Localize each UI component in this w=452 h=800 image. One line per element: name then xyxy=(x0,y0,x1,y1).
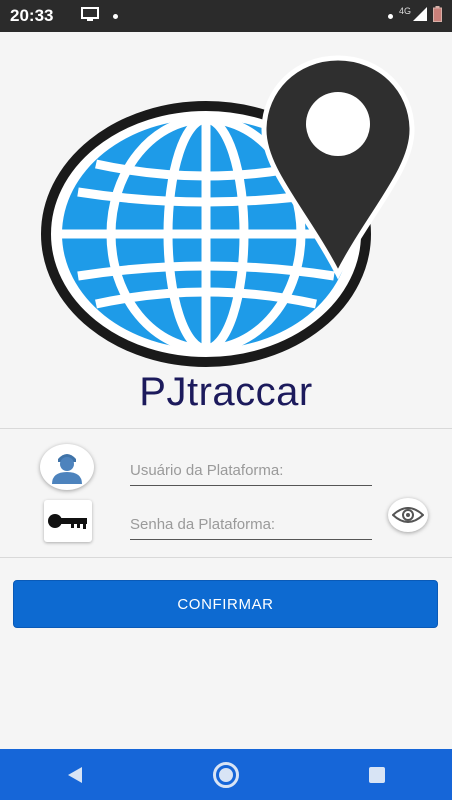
notification-dot-icon xyxy=(113,13,119,19)
navigation-bar xyxy=(0,749,452,800)
back-icon[interactable] xyxy=(55,755,95,795)
status-right: 4G xyxy=(387,5,442,27)
eye-icon[interactable] xyxy=(388,498,428,532)
app-title: PJtraccar xyxy=(139,370,313,414)
signal-icon xyxy=(413,6,427,26)
home-icon[interactable] xyxy=(206,755,246,795)
battery-icon xyxy=(433,5,442,27)
confirm-button[interactable]: CONFIRMAR xyxy=(13,580,438,628)
status-left: 20:33 xyxy=(10,6,119,26)
confirm-button-label: CONFIRMAR xyxy=(177,595,274,613)
divider-top xyxy=(0,428,452,429)
status-dot-icon xyxy=(387,13,393,19)
password-input[interactable] xyxy=(130,509,372,540)
status-time: 20:33 xyxy=(10,6,54,25)
network-type: 4G xyxy=(398,6,411,16)
screen-cast-icon xyxy=(81,6,100,26)
app-logo xyxy=(38,52,418,372)
user-avatar-icon xyxy=(40,444,94,490)
divider-bottom xyxy=(0,557,452,558)
status-bar: 20:33 4G xyxy=(0,0,452,32)
username-input[interactable] xyxy=(130,455,372,486)
key-icon xyxy=(44,500,92,542)
recents-icon[interactable] xyxy=(357,755,397,795)
